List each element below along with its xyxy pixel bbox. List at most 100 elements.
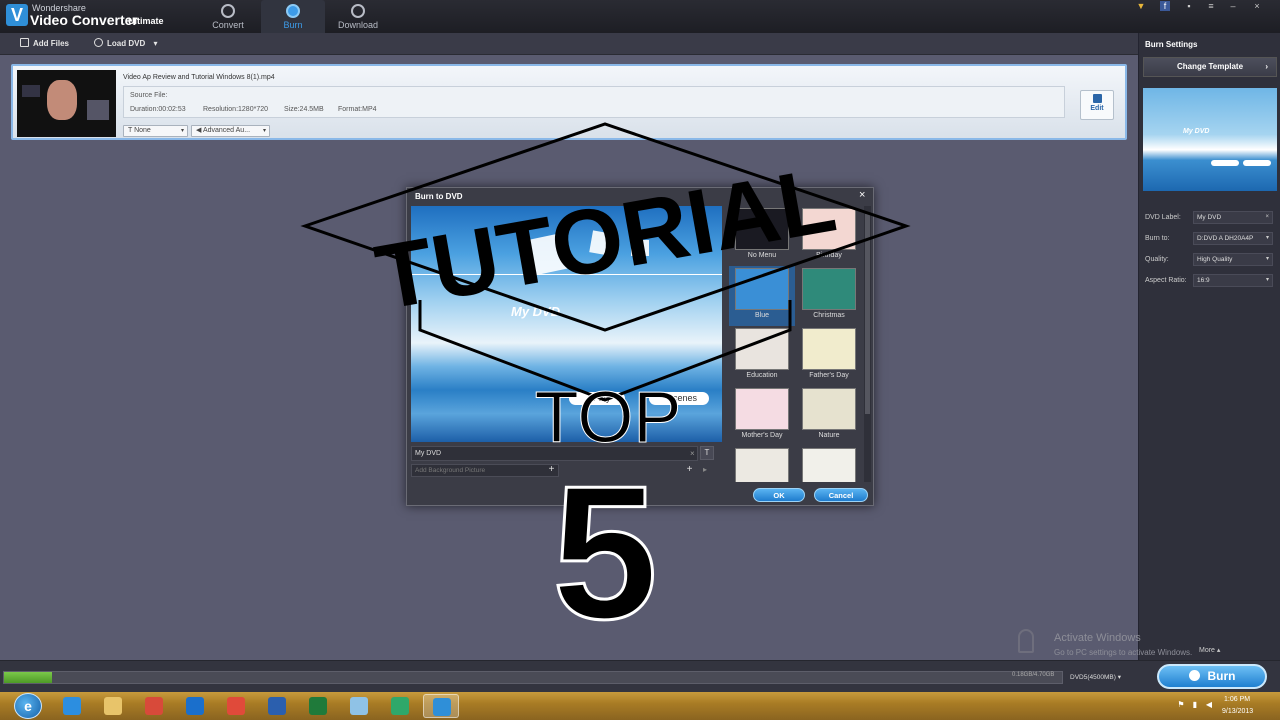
edit-label: Edit bbox=[1090, 105, 1104, 112]
tab-convert[interactable]: Convert bbox=[196, 0, 260, 33]
clock-time[interactable]: 1:06 PM bbox=[1224, 696, 1250, 703]
chevron-down-icon[interactable]: ▾ bbox=[153, 39, 157, 48]
template-item[interactable] bbox=[796, 446, 862, 482]
network-tray-icon[interactable]: ▮ bbox=[1190, 700, 1200, 710]
template-item[interactable]: Birthday bbox=[796, 206, 862, 266]
taskbar-app-video-converter[interactable] bbox=[423, 694, 459, 718]
template-item[interactable]: Mother's Day bbox=[729, 386, 795, 446]
template-item[interactable]: Christmas bbox=[796, 266, 862, 326]
teamviewer-icon bbox=[186, 697, 204, 715]
taskbar-app-file-explorer[interactable] bbox=[95, 694, 131, 718]
template-item[interactable]: Father's Day bbox=[796, 326, 862, 386]
file-explorer-icon bbox=[104, 697, 122, 715]
template-thumbnail bbox=[735, 328, 789, 370]
taskbar-app-media-center[interactable] bbox=[136, 694, 172, 718]
add-music-button[interactable]: + bbox=[683, 464, 696, 477]
change-template-button[interactable]: Change Template › bbox=[1143, 57, 1277, 77]
ok-button[interactable]: OK bbox=[753, 488, 805, 502]
burn-settings-title: Burn Settings bbox=[1145, 40, 1198, 49]
edit-button[interactable]: Edit bbox=[1080, 90, 1114, 120]
disc-usage-text: 0.18GB/4.70GB bbox=[1012, 672, 1055, 678]
menu-play-button[interactable]: Play bbox=[569, 392, 625, 405]
taskbar-app-chrome[interactable] bbox=[218, 694, 254, 718]
menu-scenes-button[interactable]: Scenes bbox=[649, 392, 709, 405]
settings-icon[interactable]: ≡ bbox=[1206, 1, 1216, 11]
template-name: Nature bbox=[818, 432, 840, 439]
cart-icon[interactable]: ▼ bbox=[1136, 1, 1146, 11]
volume-tray-icon[interactable]: ◀ bbox=[1204, 700, 1214, 710]
load-dvd-button[interactable]: Load DVD ▾ bbox=[94, 37, 157, 51]
play-icon[interactable]: ▸ bbox=[703, 465, 707, 474]
file-item[interactable]: Video Ap Review and Tutorial Windows 8(1… bbox=[11, 64, 1127, 140]
audio-select[interactable]: ◀ Advanced Au... ▾ bbox=[191, 125, 270, 137]
disc-type-select[interactable]: DVD5(4500MB) ▾ bbox=[1070, 671, 1134, 684]
add-background-button[interactable]: + bbox=[545, 464, 558, 477]
aspect-ratio-select[interactable]: 16:9 ▾ bbox=[1193, 274, 1273, 287]
taskbar-app-app-green[interactable] bbox=[382, 694, 418, 718]
notepad-icon bbox=[350, 697, 368, 715]
aspect-ratio-value: 16:9 bbox=[1197, 277, 1210, 284]
template-thumbnail bbox=[735, 268, 789, 310]
activate-windows-title: Activate Windows bbox=[1054, 632, 1141, 644]
menu-title-input[interactable]: My DVD × bbox=[411, 446, 698, 461]
burn-label: Burn bbox=[1207, 669, 1236, 683]
template-name: Education bbox=[746, 372, 778, 379]
facebook-icon[interactable]: f bbox=[1160, 1, 1170, 11]
cancel-button[interactable]: Cancel bbox=[814, 488, 868, 502]
dvd-label-input[interactable]: My DVD × bbox=[1193, 211, 1273, 224]
tab-download[interactable]: Download bbox=[326, 0, 390, 33]
burn-to-value: D:DVD A DH20A4P bbox=[1197, 235, 1254, 242]
change-template-label: Change Template bbox=[1176, 62, 1244, 71]
template-item[interactable]: Education bbox=[729, 326, 795, 386]
taskbar-app-notepad[interactable] bbox=[341, 694, 377, 718]
template-thumbnail bbox=[802, 388, 856, 430]
add-files-icon bbox=[20, 38, 29, 47]
chevron-down-icon: ▾ bbox=[180, 128, 184, 134]
menu-preview: My DVD Play Scenes bbox=[411, 206, 722, 442]
add-files-button[interactable]: Add Files bbox=[20, 37, 69, 51]
title-bar: V Wondershare Video Converter Ultimate C… bbox=[0, 0, 1280, 33]
load-dvd-label: Load DVD bbox=[107, 39, 146, 48]
clear-icon[interactable]: × bbox=[690, 447, 695, 460]
file-size: Size:24.5MB bbox=[284, 106, 324, 113]
tab-burn[interactable]: Burn bbox=[261, 0, 325, 33]
template-preview: My DVD bbox=[1143, 88, 1277, 191]
background-picture-placeholder: Add Background Picture bbox=[415, 467, 486, 474]
chevron-down-icon: ▾ bbox=[1265, 277, 1269, 283]
dvd-label-label: DVD Label: bbox=[1145, 214, 1181, 221]
chat-icon[interactable]: ▪ bbox=[1184, 1, 1194, 11]
taskbar-app-internet-explorer[interactable] bbox=[54, 694, 90, 718]
quality-select[interactable]: High Quality ▾ bbox=[1193, 253, 1273, 266]
template-scrollbar[interactable] bbox=[864, 206, 871, 482]
tab-burn-label: Burn bbox=[283, 20, 303, 30]
file-format: Format:MP4 bbox=[338, 106, 377, 113]
minimize-button[interactable]: – bbox=[1228, 1, 1238, 11]
template-thumbnail bbox=[802, 448, 856, 482]
video-thumbnail bbox=[17, 70, 116, 137]
subtitle-select[interactable]: T None ▾ bbox=[123, 125, 188, 137]
burn-to-select[interactable]: D:DVD A DH20A4P ▾ bbox=[1193, 232, 1273, 245]
burn-disc-icon bbox=[1188, 670, 1200, 681]
clear-icon[interactable]: × bbox=[1265, 212, 1269, 223]
taskbar-app-teamviewer[interactable] bbox=[177, 694, 213, 718]
burn-button[interactable]: Burn bbox=[1157, 664, 1267, 689]
text-style-button[interactable]: T bbox=[700, 446, 714, 460]
burn-settings-panel: Burn Settings Change Template › My DVD D… bbox=[1138, 33, 1280, 660]
taskbar-app-word[interactable] bbox=[259, 694, 295, 718]
flag-tray-icon[interactable]: ⚑ bbox=[1176, 700, 1186, 710]
template-item[interactable]: Blue bbox=[729, 266, 795, 326]
chevron-down-icon: ▾ bbox=[262, 128, 266, 134]
close-button[interactable]: × bbox=[1252, 1, 1262, 11]
clock-date[interactable]: 9/13/2013 bbox=[1222, 708, 1253, 715]
template-item[interactable]: No Menu bbox=[729, 206, 795, 266]
template-item[interactable] bbox=[729, 446, 795, 482]
dialog-close-button[interactable]: × bbox=[859, 189, 865, 201]
template-item[interactable]: Nature bbox=[796, 386, 862, 446]
download-icon bbox=[351, 4, 365, 18]
taskbar-app-excel[interactable] bbox=[300, 694, 336, 718]
start-button[interactable]: e bbox=[14, 693, 42, 719]
subtitle-select-value: T None bbox=[128, 127, 151, 134]
background-picture-input[interactable]: Add Background Picture bbox=[411, 464, 559, 477]
more-button[interactable]: More ▴ bbox=[1199, 646, 1220, 654]
template-thumbnail bbox=[802, 268, 856, 310]
